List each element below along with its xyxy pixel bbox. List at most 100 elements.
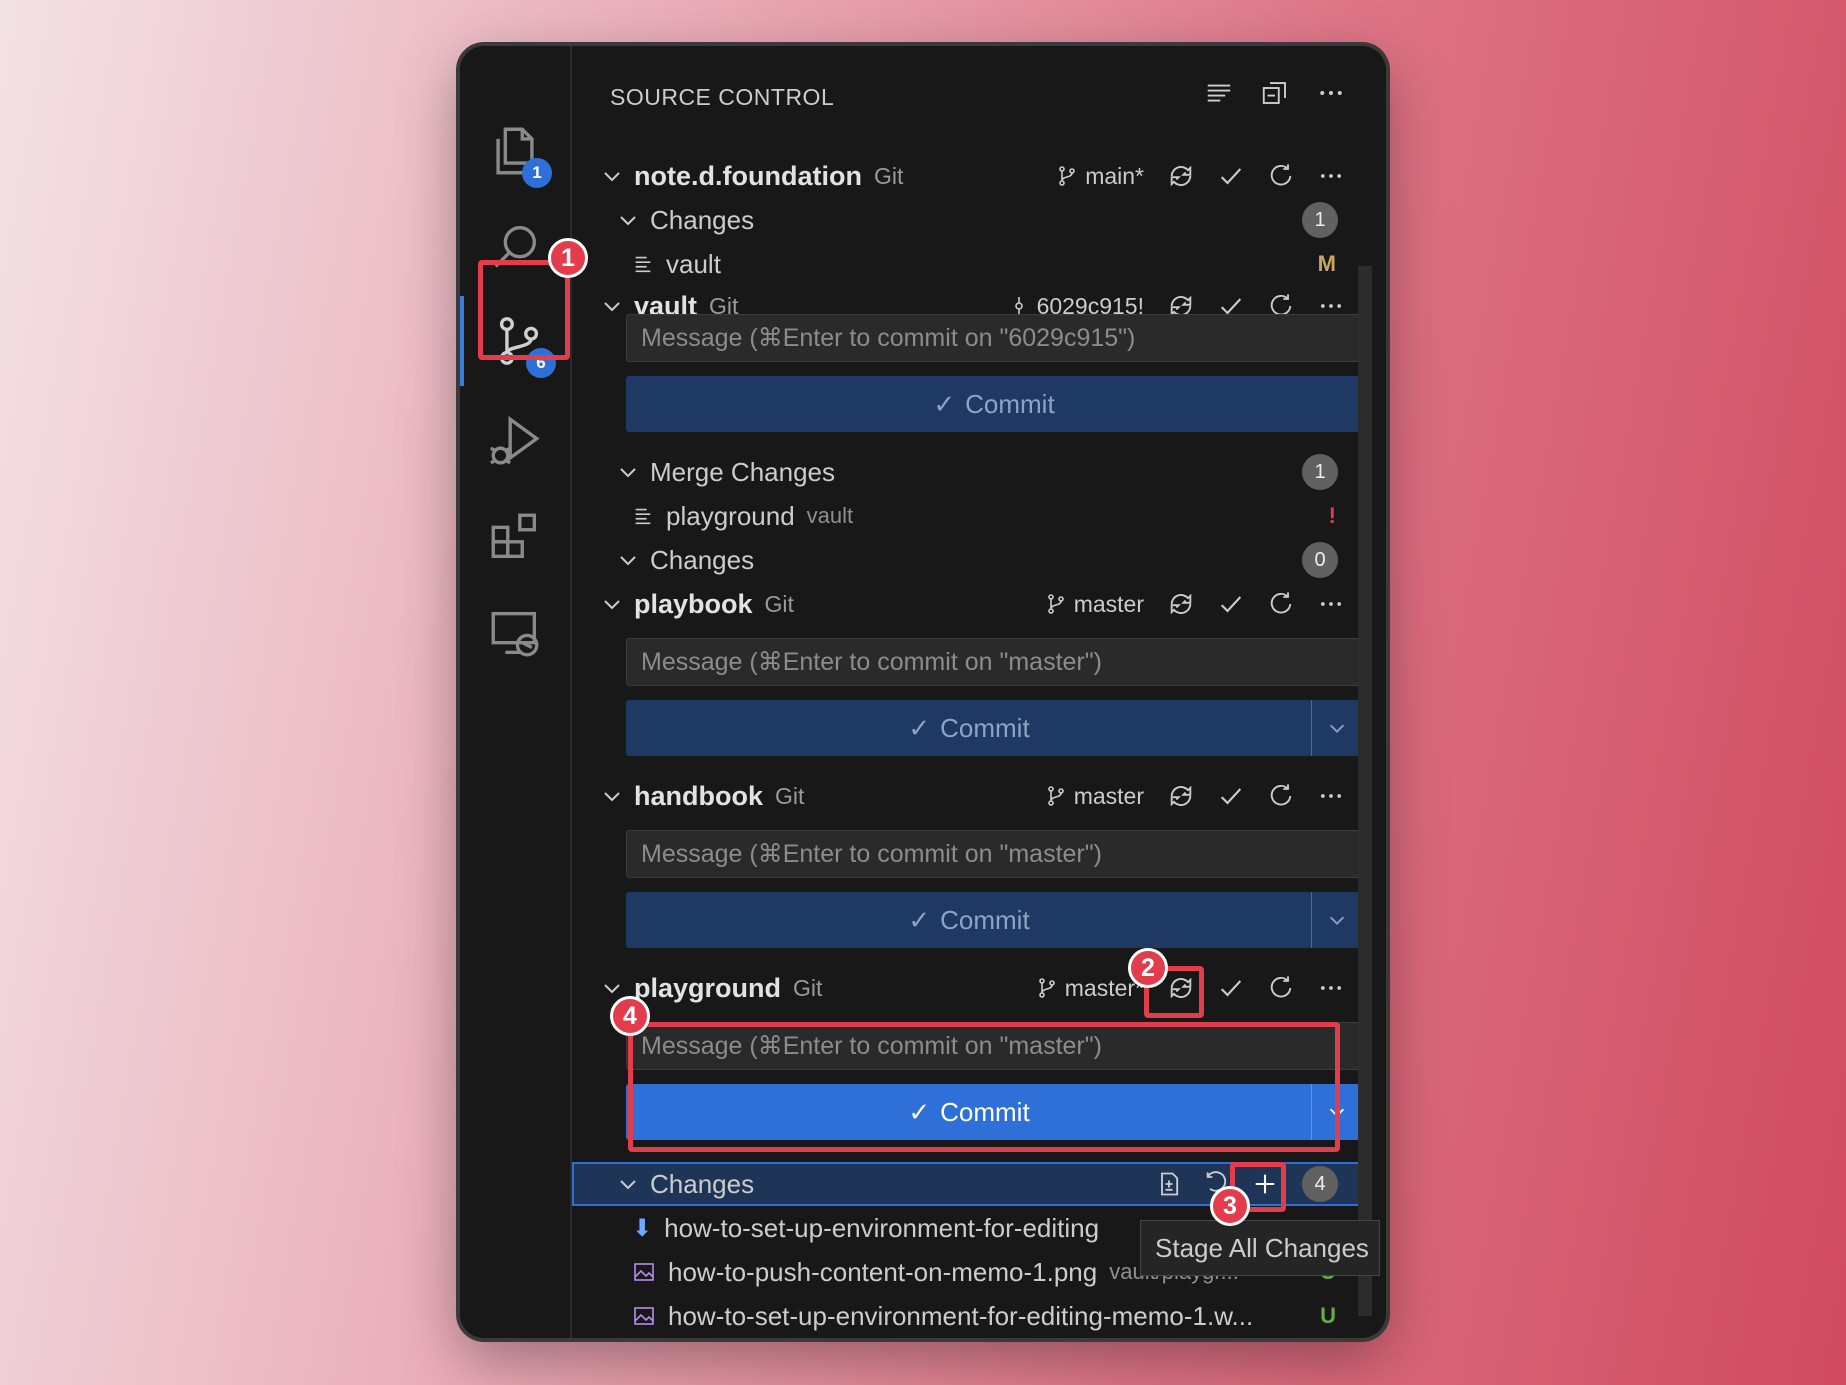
commit-button[interactable]: ✓ Commit (626, 376, 1362, 432)
explorer-tab[interactable]: 1 (460, 106, 570, 196)
file-lines-icon (635, 508, 651, 525)
image-file-icon (634, 1307, 654, 1325)
sync-icon (1170, 785, 1192, 807)
repo-more-button[interactable] (1314, 159, 1348, 193)
chevron-down-icon (604, 984, 620, 994)
highlight-source-control (478, 260, 570, 360)
group-label: Changes (650, 544, 755, 575)
run-debug-icon (490, 415, 540, 465)
commit-label: Commit (940, 712, 1030, 743)
repo-name: playbook (634, 588, 753, 619)
group-changes-vault[interactable]: Changes 0 (572, 538, 1386, 582)
chevron-down-icon (604, 792, 620, 802)
view-as-list-button[interactable] (1202, 76, 1236, 110)
chevron-down-icon (620, 1180, 636, 1190)
chevron-down-icon (620, 556, 636, 566)
file-status: U (1320, 1303, 1336, 1328)
branch-indicator[interactable]: master* (1035, 975, 1144, 1002)
open-file-icon (1161, 1172, 1179, 1196)
commit-message-input[interactable]: Message (⌘Enter to commit on "master") (626, 830, 1362, 878)
commit-dropdown-button[interactable] (1311, 892, 1362, 948)
repo-name: playground (634, 972, 781, 1003)
commit-message-input[interactable]: Message (⌘Enter to commit on "master") (626, 638, 1362, 686)
chevron-down-icon (1329, 724, 1345, 733)
extensions-icon (491, 513, 537, 559)
branch-icon (1038, 978, 1055, 998)
group-label: Merge Changes (650, 456, 835, 487)
remote-explorer-tab[interactable] (460, 588, 570, 678)
branch-name: master (1073, 782, 1144, 809)
commit-label: Commit (965, 388, 1055, 419)
remote-explorer-icon (491, 611, 539, 657)
branch-indicator[interactable]: main* (1055, 163, 1144, 190)
count-badge: 1 (1302, 202, 1338, 238)
branch-name: master (1073, 590, 1144, 617)
file-name: playground (666, 500, 795, 531)
file-status: M (1317, 251, 1336, 276)
commit-button[interactable]: ✓ Commit (626, 700, 1362, 756)
repo-header-foundation[interactable]: note.d.foundation Git main* (572, 154, 1386, 198)
group-changes-foundation[interactable]: Changes 1 (572, 198, 1386, 242)
file-item-playground[interactable]: playground vault ! (572, 494, 1386, 538)
more-actions-button[interactable] (1314, 76, 1348, 110)
repo-name: note.d.foundation (634, 160, 862, 191)
sync-button[interactable] (1164, 587, 1198, 621)
commit-dropdown-button[interactable] (1311, 700, 1362, 756)
commit-label: Commit (940, 904, 1030, 935)
repo-more-button[interactable] (1314, 587, 1348, 621)
refresh-button[interactable] (1264, 159, 1298, 193)
sync-button[interactable] (1164, 779, 1198, 813)
commit-check-button[interactable] (1214, 159, 1248, 193)
repo-more-button[interactable] (1314, 779, 1348, 813)
chevron-down-icon (620, 468, 636, 478)
file-name: how-to-push-content-on-memo-1.png (668, 1256, 1098, 1287)
panel-title: SOURCE CONTROL (610, 84, 835, 110)
file-item-vault[interactable]: vault M (572, 242, 1386, 286)
file-item-pg3[interactable]: how-to-set-up-environment-for-editing-me… (572, 1294, 1386, 1338)
commit-check-button[interactable] (1214, 587, 1248, 621)
sync-button[interactable] (1164, 159, 1198, 193)
list-icon (1207, 84, 1231, 102)
repo-name: handbook (634, 780, 763, 811)
explorer-badge: 1 (522, 158, 552, 188)
run-debug-tab[interactable] (460, 396, 570, 486)
refresh-button[interactable] (1264, 587, 1298, 621)
collapse-all-icon (1262, 82, 1286, 104)
branch-indicator[interactable]: master (1044, 591, 1144, 618)
ellipsis-icon (1320, 794, 1342, 798)
check-icon: ✓ (908, 712, 931, 743)
refresh-icon (1270, 592, 1292, 614)
repo-header-playground[interactable]: playground Git master* (572, 966, 1386, 1010)
collapse-all-button[interactable] (1258, 76, 1292, 110)
commit-button[interactable]: ✓ Commit (626, 892, 1362, 948)
branch-icon (1059, 166, 1075, 186)
repo-more-button[interactable] (1314, 971, 1348, 1005)
branch-indicator[interactable]: master (1044, 783, 1144, 810)
commit-message-input[interactable]: Message (⌘Enter to commit on "6029c915") (626, 314, 1362, 362)
check-icon (1220, 980, 1242, 997)
branch-name: main* (1085, 162, 1144, 189)
file-lines-icon (635, 256, 651, 273)
chevron-down-icon (604, 600, 620, 610)
repo-header-playbook[interactable]: playbook Git master (572, 582, 1386, 626)
commit-check-button[interactable] (1214, 971, 1248, 1005)
sync-icon (1170, 165, 1192, 187)
check-icon (1220, 788, 1242, 805)
refresh-icon (1270, 784, 1292, 806)
open-changes-button[interactable] (1152, 1167, 1186, 1201)
activity-bar: 1 6 (460, 46, 572, 1338)
commit-check-button[interactable] (1214, 779, 1248, 813)
extensions-tab[interactable] (460, 492, 570, 582)
file-desc: vault (806, 503, 854, 528)
file-name: how-to-set-up-environment-for-editing-me… (668, 1300, 1254, 1331)
download-arrow-icon: ⬇ (632, 1214, 653, 1242)
scrollbar[interactable] (1358, 266, 1372, 1316)
refresh-button[interactable] (1264, 971, 1298, 1005)
refresh-button[interactable] (1264, 779, 1298, 813)
check-icon (1220, 168, 1242, 185)
check-icon: ✓ (908, 904, 931, 935)
repo-header-handbook[interactable]: handbook Git master (572, 774, 1386, 818)
marker-4: 4 (610, 996, 650, 1036)
group-merge-changes[interactable]: Merge Changes 1 (572, 450, 1386, 494)
count-badge: 0 (1302, 542, 1338, 578)
